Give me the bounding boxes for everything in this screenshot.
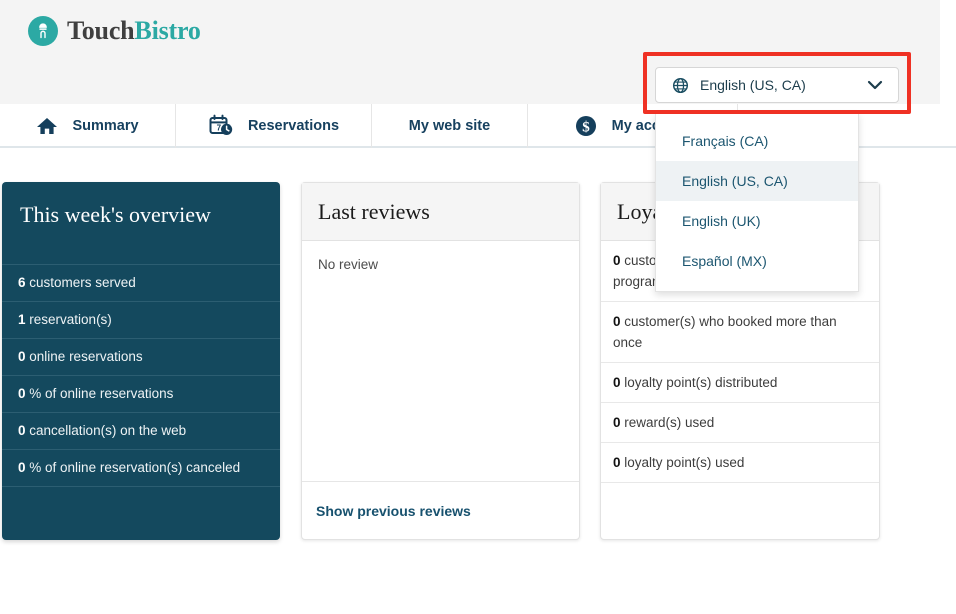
svg-text:7: 7	[217, 124, 222, 133]
overview-row-label: % of online reservations	[29, 386, 174, 401]
brand-name: TouchBistro	[67, 16, 201, 46]
chevron-down-icon	[866, 79, 884, 91]
nav-item-summary-label: Summary	[72, 118, 139, 134]
language-selector[interactable]: English (US, CA)	[655, 67, 899, 103]
overview-row: 0 online reservations	[2, 338, 280, 375]
nav-item-my-web-site[interactable]: My web site	[372, 104, 528, 148]
overview-card-title: This week's overview	[20, 202, 211, 227]
home-icon	[36, 116, 58, 136]
language-option-es-mx[interactable]: Español (MX)	[656, 241, 858, 281]
show-previous-reviews-link[interactable]: Show previous reviews	[316, 503, 471, 519]
reviews-empty-text: No review	[318, 257, 379, 272]
overview-row-value: 0	[18, 349, 26, 364]
overview-row-value: 0	[18, 423, 26, 438]
nav-item-reservations[interactable]: 7 Reservations	[176, 104, 372, 148]
overview-row: 0 % of online reservation(s) canceled	[2, 449, 280, 486]
overview-row-value: 6	[18, 275, 26, 290]
language-option-en-uk[interactable]: English (UK)	[656, 201, 858, 241]
reviews-card-title: Last reviews	[318, 198, 430, 224]
brand-name-part2: Bistro	[134, 16, 201, 45]
loyalty-row: 0 loyalty point(s) used	[601, 443, 879, 483]
loyalty-row-label: customer(s) who booked more than once	[613, 314, 837, 350]
overview-row: 0 cancellation(s) on the web	[2, 412, 280, 449]
page-root: TouchBistro English (US, CA) Français (C…	[0, 0, 956, 614]
language-dropdown-menu[interactable]: Français (CA) English (US, CA) English (…	[655, 113, 859, 292]
overview-spacer	[2, 486, 280, 487]
last-reviews-card: Last reviews No review Show previous rev…	[301, 182, 580, 540]
overview-row: 1 reservation(s)	[2, 301, 280, 338]
reviews-card-footer: Show previous reviews	[302, 481, 579, 539]
brand-name-part1: Touch	[67, 16, 135, 45]
loyalty-row-label: reward(s) used	[624, 415, 715, 430]
overview-card-header: This week's overview	[2, 182, 280, 264]
overview-row-label: customers served	[29, 275, 136, 290]
reviews-card-header: Last reviews	[302, 183, 579, 241]
loyalty-row: 0 customer(s) who booked more than once	[601, 302, 879, 363]
overview-row-label: % of online reservation(s) canceled	[29, 460, 241, 475]
overview-row-value: 0	[18, 386, 26, 401]
reviews-card-body: No review	[302, 241, 579, 272]
svg-text:$: $	[582, 119, 590, 135]
loyalty-row-value: 0	[613, 455, 621, 470]
nav-item-my-web-site-label: My web site	[408, 118, 491, 134]
loyalty-row: 0 reward(s) used	[601, 403, 879, 443]
overview-row: 6 customers served	[2, 264, 280, 301]
nav-item-summary[interactable]: Summary	[0, 104, 176, 148]
loyalty-row-value: 0	[613, 253, 621, 268]
language-option-en-us-ca[interactable]: English (US, CA)	[656, 161, 858, 201]
loyalty-row-value: 0	[613, 415, 621, 430]
loyalty-row: 0 loyalty point(s) distributed	[601, 363, 879, 403]
this-weeks-overview-card: This week's overview 6 customers served …	[2, 182, 280, 540]
loyalty-row-value: 0	[613, 375, 621, 390]
overview-row-label: online reservations	[29, 349, 143, 364]
language-selected-label: English (US, CA)	[700, 77, 806, 93]
overview-row-label: reservation(s)	[29, 312, 112, 327]
overview-row: 0 % of online reservations	[2, 375, 280, 412]
loyalty-row-value: 0	[613, 314, 621, 329]
overview-row-label: cancellation(s) on the web	[29, 423, 187, 438]
brand-logo[interactable]: TouchBistro	[28, 16, 201, 46]
overview-row-value: 1	[18, 312, 26, 327]
globe-icon	[672, 77, 689, 94]
language-option-fr-ca[interactable]: Français (CA)	[656, 121, 858, 161]
loyalty-row-label: loyalty point(s) distributed	[624, 375, 778, 390]
overview-row-value: 0	[18, 460, 26, 475]
chef-hat-fingerprint-icon	[28, 16, 58, 46]
dollar-circle-icon: $	[574, 114, 598, 138]
loyalty-row-label: loyalty point(s) used	[624, 455, 745, 470]
calendar-clock-icon: 7	[208, 114, 234, 138]
header: TouchBistro	[0, 6, 940, 56]
nav-item-reservations-label: Reservations	[247, 118, 340, 134]
